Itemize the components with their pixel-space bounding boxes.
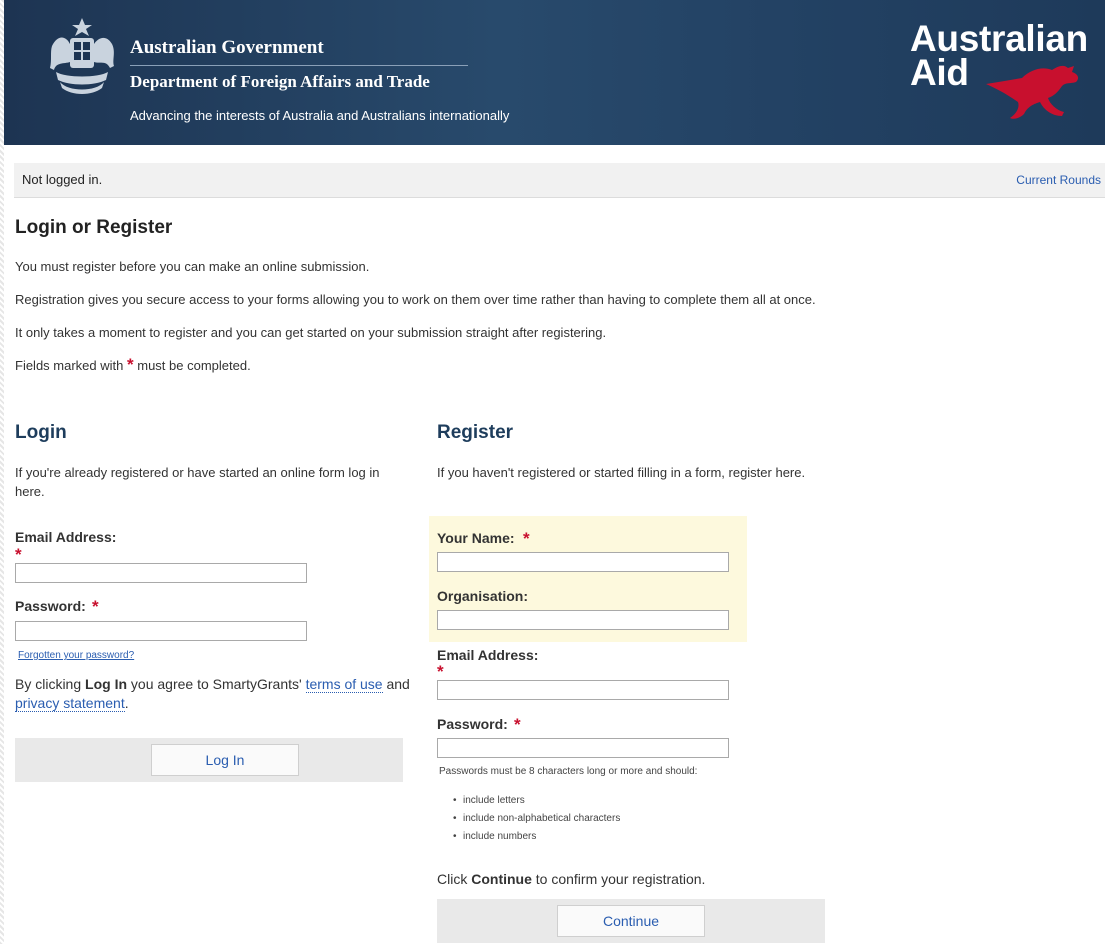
- register-confirm-note: Click Continue to confirm your registrat…: [437, 871, 705, 887]
- required-note-suffix: must be completed.: [137, 358, 251, 373]
- agree-and: and: [386, 676, 410, 692]
- kangaroo-icon: [986, 65, 1079, 119]
- login-email-label: Email Address:: [15, 529, 117, 545]
- login-email-required-icon: *: [15, 545, 22, 564]
- confirm-prefix: Click: [437, 871, 468, 887]
- header-divider: [130, 65, 468, 66]
- login-password-required-icon: *: [92, 597, 99, 616]
- login-heading: Login: [15, 422, 67, 443]
- department-name: Department of Foreign Affairs and Trade: [130, 72, 430, 91]
- confirm-continue-bold: Continue: [471, 871, 532, 887]
- login-email-input[interactable]: [15, 563, 307, 583]
- coat-of-arms-icon: [50, 18, 114, 94]
- intro-paragraph-2: Registration gives you secure access to …: [15, 292, 816, 307]
- header-tagline: Advancing the interests of Australia and…: [130, 108, 510, 123]
- page-title: Login or Register: [15, 217, 173, 238]
- register-password-input[interactable]: [437, 738, 729, 758]
- register-email-label: Email Address:: [437, 647, 539, 663]
- agree-prefix: By clicking: [15, 676, 82, 692]
- login-status: Not logged in.: [22, 172, 103, 187]
- register-button-bar: Continue: [437, 899, 825, 943]
- status-bar: Not logged in. Current Rounds: [14, 163, 1105, 198]
- agree-end: .: [124, 695, 129, 711]
- register-email-input[interactable]: [437, 680, 729, 700]
- login-button-bar: Log In: [15, 738, 403, 782]
- forgot-password-link[interactable]: Forgotten your password?: [18, 650, 134, 661]
- register-email-required-icon: *: [437, 662, 444, 681]
- register-name-required-icon: *: [523, 529, 530, 548]
- register-intro: If you haven't registered or started fil…: [437, 465, 806, 480]
- confirm-suffix: to confirm your registration.: [535, 871, 706, 887]
- agree-login-bold: Log In: [85, 676, 128, 692]
- register-name-label: Your Name:: [437, 530, 515, 546]
- register-name-input[interactable]: [437, 552, 729, 572]
- current-rounds-link[interactable]: Current Rounds: [1016, 173, 1101, 187]
- intro-paragraph-1: You must register before you can make an…: [15, 259, 370, 274]
- login-password-input[interactable]: [15, 621, 307, 641]
- aid-logo-line-1: Australian: [910, 18, 1088, 59]
- privacy-statement-link[interactable]: privacy statement: [15, 695, 125, 712]
- login-password-label: Password:: [15, 598, 86, 614]
- login-button[interactable]: Log In: [151, 744, 299, 776]
- register-organisation-input[interactable]: [437, 610, 729, 630]
- password-rule-letters: include letters: [453, 792, 620, 810]
- intro-paragraph-3: It only takes a moment to register and y…: [15, 325, 607, 340]
- register-password-required-icon: *: [514, 715, 521, 734]
- register-heading: Register: [437, 422, 514, 443]
- required-star-icon: *: [127, 355, 134, 374]
- password-rule-non-alpha: include non-alphabetical characters: [453, 810, 620, 828]
- password-rules-list: include letters include non-alphabetical…: [453, 792, 620, 846]
- register-organisation-label: Organisation:: [437, 588, 529, 604]
- continue-button[interactable]: Continue: [557, 905, 705, 937]
- site-header: Australian Government Department of Fore…: [4, 0, 1105, 145]
- required-fields-note: Fields marked with * must be completed.: [15, 355, 251, 374]
- register-password-label: Password:: [437, 716, 508, 732]
- login-terms-notice: By clicking Log In you agree to SmartyGr…: [15, 675, 415, 713]
- government-name: Australian Government: [130, 37, 324, 58]
- required-note-prefix: Fields marked with: [15, 358, 124, 373]
- password-rule-numbers: include numbers: [453, 828, 620, 846]
- agree-middle: you agree to SmartyGrants': [130, 676, 302, 692]
- login-intro: If you're already registered or have sta…: [15, 465, 380, 499]
- terms-of-use-link[interactable]: terms of use: [305, 676, 383, 693]
- password-requirements-hint: Passwords must be 8 characters long or m…: [439, 766, 698, 777]
